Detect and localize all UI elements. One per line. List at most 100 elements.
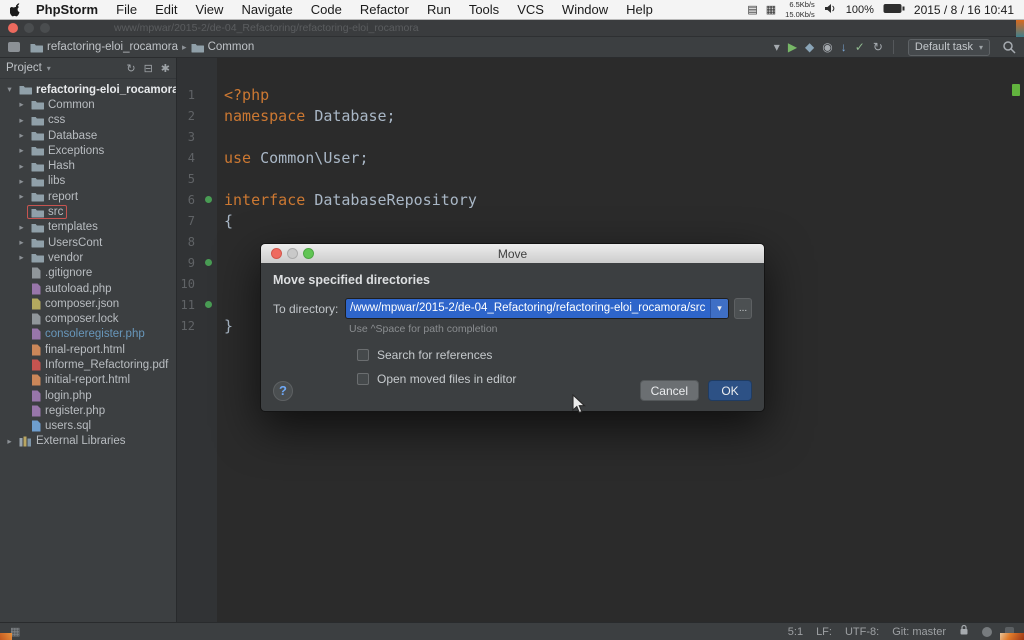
dialog-close-button[interactable] (271, 248, 282, 259)
menu-navigate[interactable]: Navigate (241, 2, 292, 17)
vcs-update-icon[interactable]: ↓ (841, 41, 847, 53)
line-number[interactable]: 6 (177, 193, 199, 207)
tree-item-hash[interactable]: ▸Hash (0, 158, 176, 173)
coverage-icon[interactable]: ◉ (822, 41, 832, 53)
search-everywhere-icon[interactable] (1002, 40, 1016, 54)
dialog-zoom-button[interactable] (303, 248, 314, 259)
tree-item-report[interactable]: ▸report (0, 189, 176, 204)
browse-button[interactable]: ... (734, 298, 752, 319)
breadcrumb-item-refactoring-eloi-rocamora[interactable]: refactoring-eloi_rocamora (30, 41, 178, 53)
project-view-selector[interactable]: Project (6, 62, 42, 74)
lock-icon[interactable] (959, 624, 969, 639)
tree-item-informe-refactoring-pdf[interactable]: Informe_Refactoring.pdf (0, 357, 176, 372)
display-menu-icon[interactable]: ▤ (747, 3, 757, 16)
tree-item-common[interactable]: ▸Common (0, 97, 176, 112)
code-text[interactable]: { (217, 212, 233, 230)
line-number[interactable]: 4 (177, 151, 199, 165)
meter-menu-icon[interactable]: ▦ (766, 3, 776, 16)
line-ending-widget[interactable]: LF: (816, 626, 832, 638)
tree-item-refactoring-eloi-rocamora[interactable]: ▾refactoring-eloi_rocamora (0, 82, 176, 97)
apple-menu-icon[interactable] (10, 3, 22, 17)
app-menu[interactable]: PhpStorm (36, 2, 98, 17)
code-text[interactable]: <?php (217, 86, 269, 104)
history-icon[interactable]: ↻ (873, 41, 883, 53)
line-number[interactable]: 9 (177, 256, 199, 270)
battery-icon[interactable] (883, 3, 905, 17)
gutter-marker-icon[interactable] (199, 301, 217, 308)
task-selector[interactable]: Default task ▾ (908, 39, 990, 56)
tree-item-gitignore[interactable]: .gitignore (0, 266, 176, 281)
tree-item-login-php[interactable]: login.php (0, 388, 176, 403)
line-number[interactable]: 5 (177, 172, 199, 186)
settings-icon[interactable]: ✱ (161, 62, 170, 75)
line-number[interactable]: 2 (177, 109, 199, 123)
code-text[interactable]: use Common\User; (217, 149, 369, 167)
caret-position-widget[interactable]: 5:1 (788, 626, 803, 638)
synchronize-icon[interactable]: ↻ (126, 62, 135, 75)
tree-item-external-libraries[interactable]: ▸External Libraries (0, 434, 176, 449)
tree-item-consoleregister-php[interactable]: consoleregister.php (0, 327, 176, 342)
run-icon[interactable]: ▶ (788, 41, 797, 53)
gutter-marker-icon[interactable] (199, 196, 217, 203)
line-number[interactable]: 8 (177, 235, 199, 249)
directory-combobox[interactable]: /www/mpwar/2015-2/de-04_Refactoring/refa… (345, 298, 729, 319)
menu-code[interactable]: Code (311, 2, 342, 17)
window-zoom-button[interactable] (40, 23, 50, 33)
window-close-button[interactable] (8, 23, 18, 33)
window-title-bar[interactable]: www/mpwar/2015-2/de-04_Refactoring/refac… (0, 20, 1024, 37)
cancel-button[interactable]: Cancel (640, 380, 699, 401)
tree-item-vendor[interactable]: ▸vendor (0, 250, 176, 265)
overflow-chevron-icon[interactable]: ▾ (774, 41, 780, 53)
combo-dropdown-icon[interactable]: ▾ (710, 299, 728, 318)
tree-item-register-php[interactable]: register.php (0, 403, 176, 418)
menu-edit[interactable]: Edit (155, 2, 177, 17)
menu-tools[interactable]: Tools (469, 2, 499, 17)
tree-item-composer-lock[interactable]: composer.lock (0, 311, 176, 326)
checkbox-box[interactable] (357, 349, 369, 361)
tree-item-src[interactable]: src (0, 204, 176, 219)
code-text[interactable]: interface DatabaseRepository (217, 191, 477, 209)
tree-item-composer-json[interactable]: composer.json (0, 296, 176, 311)
tree-item-css[interactable]: ▸css (0, 113, 176, 128)
git-branch-widget[interactable]: Git: master (892, 626, 946, 638)
tree-item-users-sql[interactable]: users.sql (0, 419, 176, 434)
menu-run[interactable]: Run (427, 2, 451, 17)
tree-item-templates[interactable]: ▸templates (0, 220, 176, 235)
vcs-commit-icon[interactable]: ✓ (855, 41, 865, 53)
collapse-all-icon[interactable]: ⊟ (144, 62, 153, 75)
help-button[interactable]: ? (273, 381, 293, 401)
tree-item-userscont[interactable]: ▸UsersCont (0, 235, 176, 250)
inspection-profile-icon[interactable] (982, 627, 992, 637)
menu-bar-clock[interactable]: 2015 / 8 / 16 10:41 (914, 3, 1014, 17)
tree-item-final-report-html[interactable]: final-report.html (0, 342, 176, 357)
tree-item-autoload-php[interactable]: autoload.php (0, 281, 176, 296)
tree-item-initial-report-html[interactable]: initial-report.html (0, 373, 176, 388)
tree-item-libs[interactable]: ▸libs (0, 174, 176, 189)
tree-item-exceptions[interactable]: ▸Exceptions (0, 143, 176, 158)
volume-icon[interactable] (824, 3, 837, 17)
debug-icon[interactable]: ◆ (805, 41, 814, 53)
inspection-indicator[interactable] (1012, 84, 1020, 96)
ok-button[interactable]: OK (708, 380, 752, 401)
line-number[interactable]: 7 (177, 214, 199, 228)
menu-vcs[interactable]: VCS (517, 2, 544, 17)
gutter-marker-icon[interactable] (199, 259, 217, 266)
checkbox-box[interactable] (357, 373, 369, 385)
checkbox-search-for-references[interactable]: Search for references (357, 348, 752, 362)
line-number[interactable]: 12 (177, 319, 199, 333)
directory-path-value[interactable]: /www/mpwar/2015-2/de-04_Refactoring/refa… (346, 299, 710, 318)
line-number[interactable]: 3 (177, 130, 199, 144)
code-text[interactable]: namespace Database; (217, 107, 396, 125)
dialog-title-bar[interactable]: Move (261, 244, 764, 263)
code-text[interactable]: } (217, 317, 233, 335)
breadcrumb-item-common[interactable]: Common (191, 41, 255, 53)
menu-window[interactable]: Window (562, 2, 608, 17)
line-number[interactable]: 1 (177, 88, 199, 102)
menu-refactor[interactable]: Refactor (360, 2, 409, 17)
line-number[interactable]: 11 (177, 298, 199, 312)
tree-item-database[interactable]: ▸Database (0, 128, 176, 143)
menu-view[interactable]: View (195, 2, 223, 17)
encoding-widget[interactable]: UTF-8: (845, 626, 879, 638)
line-number[interactable]: 10 (177, 277, 199, 291)
menu-file[interactable]: File (116, 2, 137, 17)
